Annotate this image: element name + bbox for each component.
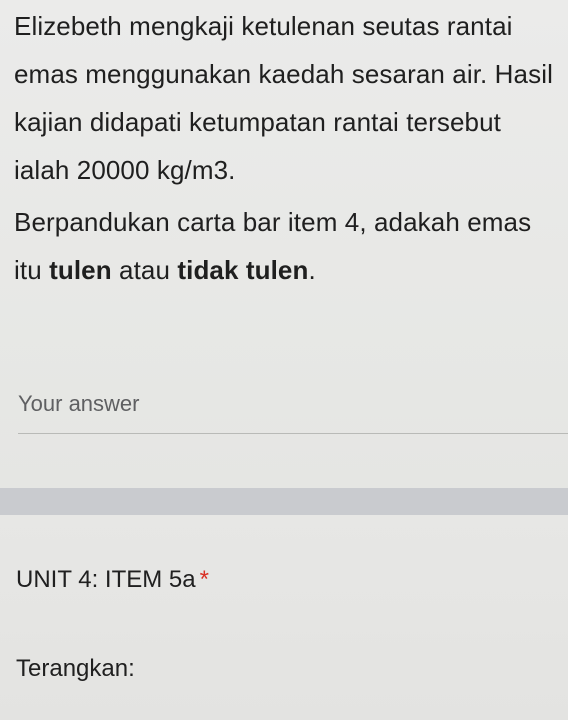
answer-input[interactable] — [18, 420, 568, 434]
option-tulen: tulen — [49, 255, 112, 285]
question-text: Elizebeth mengkaji ketulenan seutas rant… — [14, 2, 559, 294]
question-paragraph-1: Elizebeth mengkaji ketulenan seutas rant… — [14, 11, 553, 185]
question-card: Elizebeth mengkaji ketulenan seutas rant… — [0, 0, 568, 488]
item-title-text: UNIT 4: ITEM 5a — [16, 566, 196, 593]
option-tidak-tulen: tidak tulen — [177, 255, 309, 285]
question-text-part: atau — [111, 255, 178, 285]
section-divider — [0, 488, 568, 515]
required-star-icon: * — [199, 566, 209, 593]
question-text-part: . — [308, 255, 316, 285]
item-prompt: Terangkan: — [16, 655, 135, 682]
item-title: UNIT 4: ITEM 5a * — [16, 566, 209, 594]
question-paragraph-2: Berpandukan carta bar item 4, adakah ema… — [14, 198, 559, 294]
answer-placeholder-label: Your answer — [18, 391, 140, 416]
next-question-card — [0, 515, 568, 720]
